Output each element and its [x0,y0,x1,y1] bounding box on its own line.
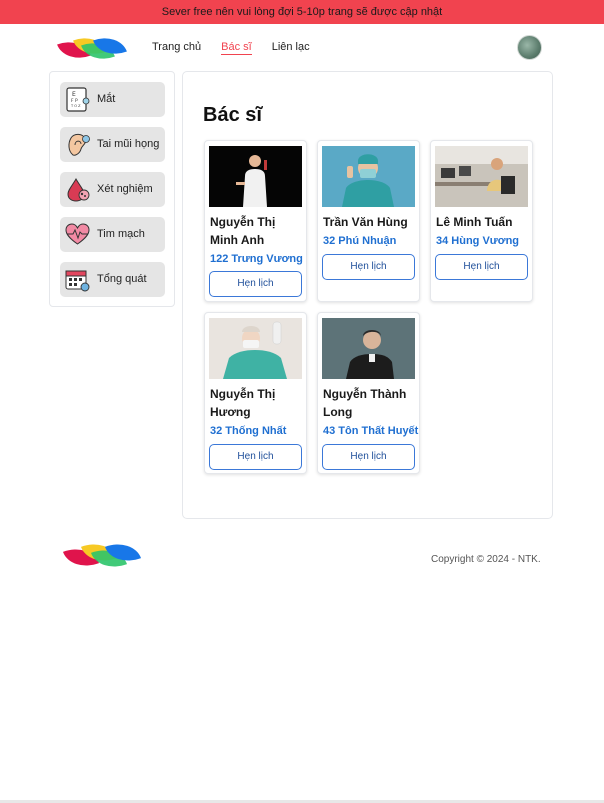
logo[interactable] [57,30,127,67]
doctor-card: Lê Minh Tuấn 34 Hùng Vương Hẹn lịch [430,140,533,302]
sidebar-item-label: Xét nghiệm [97,183,153,195]
doctor-name: Nguyễn Thị Minh Anh [210,215,276,247]
nav-home-link[interactable]: Trang chủ [152,41,201,55]
svg-text:E: E [72,91,76,98]
nav-contact-link[interactable]: Liên lạc [272,41,310,55]
book-appointment-button[interactable]: Hẹn lịch [322,254,415,280]
sidebar-item-cardio[interactable]: Tim mạch [60,217,165,252]
nav-doctors-link[interactable]: Bác sĩ [221,41,252,55]
calendar-icon [65,270,90,292]
doctor-photo [209,146,302,207]
eye-chart-icon: E F P T O Z [66,87,90,112]
doctor-card: Nguyễn Thành Long 43 Tôn Thất Huyết Hẹn … [317,312,420,474]
svg-text:T O Z: T O Z [70,104,81,108]
doctor-photo [209,318,302,379]
doctor-card: Nguyễn Thị Hương 32 Thống Nhất Hẹn lịch [204,312,307,474]
doctor-name: Trần Văn Hùng [323,215,408,229]
doctor-address: 32 Phú Nhuận [323,235,397,247]
doctor-address: 43 Tôn Thất Huyết [323,425,419,437]
doctor-name: Nguyễn Thành Long [323,387,407,419]
doctor-photo [322,146,415,207]
header: Trang chủ Bác sĩ Liên lạc [0,24,604,72]
blood-drop-icon [67,177,90,202]
announcement-banner: Sever free nên vui lòng đợi 5-10p trang … [0,0,604,24]
doctor-name: Lê Minh Tuấn [436,215,513,229]
page-title: Bác sĩ [203,104,262,126]
doctor-name: Nguyễn Thị Hương [210,387,276,419]
doctor-photo [322,318,415,379]
footer-logo[interactable] [62,536,142,575]
book-appointment-button[interactable]: Hẹn lịch [435,254,528,280]
sidebar-item-label: Tổng quát [97,273,147,285]
doctor-photo [435,146,528,207]
ear-icon [68,133,90,156]
main-nav: Trang chủ Bác sĩ Liên lạc [152,41,310,55]
sidebar-item-ent[interactable]: Tai mũi họng [60,127,165,162]
doctor-card: Trần Văn Hùng 32 Phú Nhuận Hẹn lịch [317,140,420,302]
sidebar-item-general[interactable]: Tổng quát [60,262,165,297]
sidebar-item-test[interactable]: Xét nghiệm [60,172,165,207]
book-appointment-button[interactable]: Hẹn lịch [209,444,302,470]
book-appointment-button[interactable]: Hẹn lịch [209,271,302,297]
doctor-card: Nguyễn Thị Minh Anh 122 Trưng Vương Hẹn … [204,140,307,302]
doctor-address: 122 Trưng Vương [210,253,303,265]
sidebar-item-label: Mắt [97,93,116,105]
book-appointment-button[interactable]: Hẹn lịch [322,444,415,470]
copyright-text: Copyright © 2024 - NTK. [431,554,541,565]
doctor-address: 34 Hùng Vương [436,235,520,247]
sidebar-item-label: Tim mạch [97,228,145,240]
user-avatar[interactable] [517,35,542,60]
sidebar: E F P T O Z Mắt Tai mũi họng Xét nghiệm … [49,71,175,307]
heart-icon [65,223,90,245]
doctor-address: 32 Thống Nhất [210,425,287,437]
sidebar-item-label: Tai mũi họng [97,138,160,150]
sidebar-item-eye[interactable]: E F P T O Z Mắt [60,82,165,117]
doctor-list-panel: Bác sĩ Nguyễn Thị Minh Anh 122 Trưng Vươ… [182,71,553,519]
